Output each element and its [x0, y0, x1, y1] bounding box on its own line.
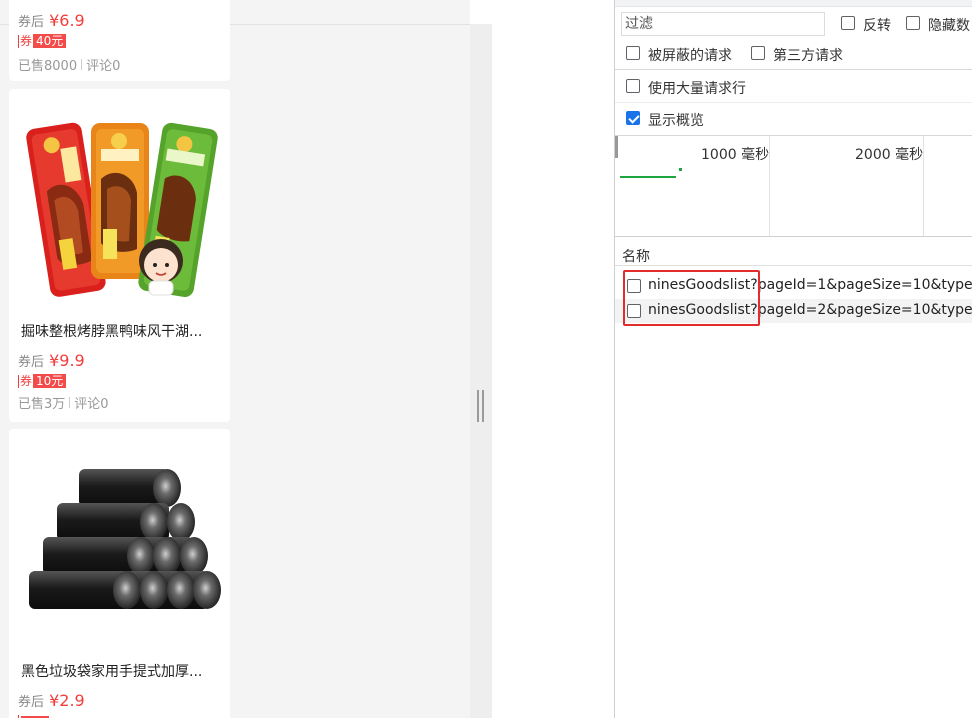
price-prefix: 券后 — [18, 695, 45, 710]
request-timing-bar — [620, 176, 676, 178]
page-gutter — [470, 24, 492, 718]
page-blank-area — [492, 0, 614, 718]
product-card[interactable]: 黑色垃圾袋家用手提式加厚... 券后 ¥2.9 — [9, 429, 230, 718]
coupon-tag: 券 40元 — [18, 34, 67, 48]
coupon-tag — [18, 714, 49, 718]
devtools-network-panel: 过滤 反转 隐藏数 被屏蔽的请求 第三方请求 使用大量请求行 显示概览 1000… — [614, 0, 972, 718]
product-title[interactable]: 黑色垃圾袋家用手提式加厚... — [21, 661, 221, 681]
timeline-tick-label: 2000 毫秒 — [855, 147, 924, 163]
price-row: 券后 ¥6.9 — [18, 11, 85, 30]
settings-divider — [615, 102, 972, 103]
product-title[interactable]: 掘味整根烤脖黑鸭味风干湖... — [21, 321, 221, 341]
sales-info: 已售3万 评论0 — [18, 393, 109, 412]
product-image[interactable] — [9, 89, 230, 309]
toolbar-divider — [615, 69, 972, 70]
coupon-label: 券 — [20, 34, 33, 48]
third-party-checkbox[interactable] — [751, 46, 765, 60]
comment-count: 评论0 — [86, 59, 121, 74]
large-rows-checkbox[interactable] — [626, 79, 640, 93]
hide-data-urls-label[interactable]: 隐藏数 — [928, 15, 970, 35]
show-overview-checkbox[interactable] — [626, 111, 640, 125]
timeline-tick-label: 1000 毫秒 — [701, 147, 770, 163]
panel-resize-handle[interactable] — [477, 390, 485, 422]
filter-input[interactable]: 过滤 — [621, 12, 825, 36]
coupon-amount: 10元 — [33, 374, 67, 388]
price-prefix: 券后 — [18, 355, 45, 370]
coupon-tag: 券 10元 — [18, 374, 67, 388]
product-image[interactable] — [9, 429, 230, 649]
overview-timeline[interactable]: 1000 毫秒 2000 毫秒 — [615, 135, 972, 237]
hide-data-urls-checkbox[interactable] — [906, 16, 920, 30]
sold-count: 已售3万 — [18, 397, 66, 412]
price-prefix: 券后 — [18, 15, 45, 30]
column-header-name[interactable]: 名称 — [622, 246, 650, 266]
request-timing-dot — [679, 168, 682, 171]
price-value: ¥2.9 — [49, 691, 85, 710]
invert-label[interactable]: 反转 — [863, 15, 891, 35]
third-party-label[interactable]: 第三方请求 — [773, 45, 843, 65]
product-card[interactable]: 券后 ¥6.9 券 40元 已售8000 评论0 — [9, 0, 230, 81]
coupon-label: 券 — [20, 374, 33, 388]
sold-count: 已售8000 — [18, 59, 78, 74]
blocked-requests-label[interactable]: 被屏蔽的请求 — [648, 45, 732, 65]
timeline-gridline — [923, 136, 924, 236]
blocked-requests-checkbox[interactable] — [626, 46, 640, 60]
large-rows-label[interactable]: 使用大量请求行 — [648, 78, 746, 98]
coupon-amount: 40元 — [33, 34, 67, 48]
price-value: ¥6.9 — [49, 11, 85, 30]
price-value: ¥9.9 — [49, 351, 85, 370]
price-row: 券后 ¥2.9 — [18, 691, 85, 710]
product-list-page: 券后 ¥6.9 券 40元 已售8000 评论0 掘味整根烤脖黑鸭味风干湖...… — [0, 0, 470, 718]
timeline-gridline — [769, 136, 770, 236]
invert-checkbox[interactable] — [841, 16, 855, 30]
requests-table-header[interactable]: 名称 — [615, 238, 972, 266]
annotation-highlight-box — [623, 270, 760, 326]
devtools-toolbar-edge — [615, 0, 972, 7]
sales-info: 已售8000 评论0 — [18, 55, 120, 74]
price-row: 券后 ¥9.9 — [18, 351, 85, 370]
comment-count: 评论0 — [74, 397, 109, 412]
show-overview-label[interactable]: 显示概览 — [648, 110, 704, 130]
product-card[interactable]: 掘味整根烤脖黑鸭味风干湖... 券后 ¥9.9 券 10元 已售3万 评论0 — [9, 89, 230, 422]
timeline-selection-edge — [615, 136, 618, 158]
